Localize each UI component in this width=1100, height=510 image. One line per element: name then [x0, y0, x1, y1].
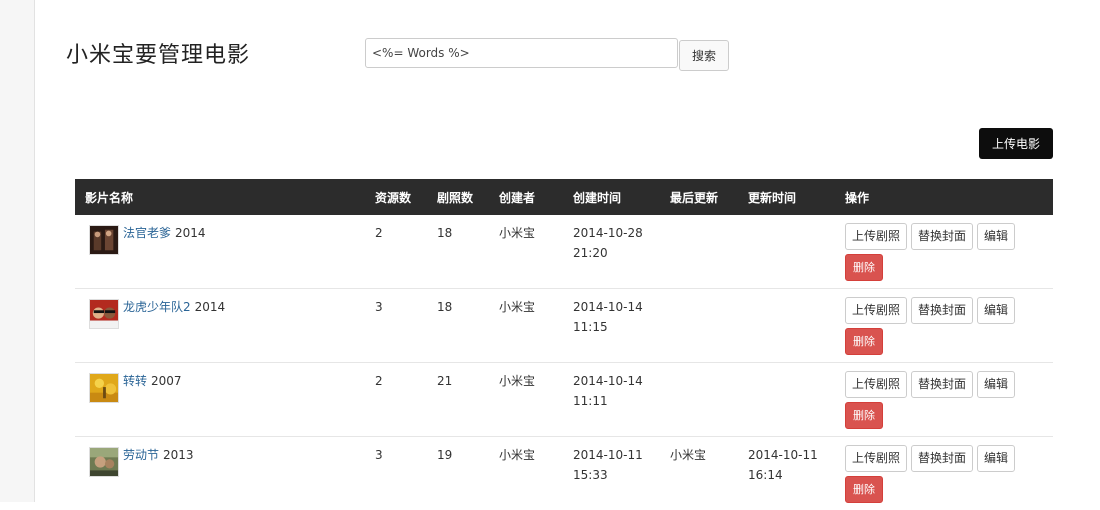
last-updater — [660, 363, 738, 437]
updated-time: 16:14 — [748, 465, 835, 485]
page-title: 小米宝要管理电影 — [66, 37, 250, 69]
upload-stills-button[interactable]: 上传剧照 — [845, 371, 907, 398]
edit-button[interactable]: 编辑 — [977, 371, 1015, 398]
created-time-cell: 2014-10-1411:11 — [563, 363, 660, 437]
movie-title-link[interactable]: 法官老爹 — [123, 226, 171, 240]
replace-cover-button[interactable]: 替换封面 — [911, 445, 973, 472]
movie-year: 2014 — [175, 226, 206, 240]
movie-title-link[interactable]: 龙虎少年队2 — [123, 300, 191, 314]
updated-time-cell — [738, 363, 835, 437]
updated-time-cell — [738, 289, 835, 363]
created-time-cell: 2014-10-1115:33 — [563, 437, 660, 510]
table-row: 劳动节2013 3 19 小米宝 2014-10-1115:33 小米宝 201… — [75, 437, 1053, 510]
creator: 小米宝 — [489, 363, 563, 437]
left-gutter — [0, 0, 35, 502]
created-date: 2014-10-11 — [573, 445, 660, 465]
row-actions: 上传剧照 替换封面 编辑 删除 — [845, 223, 1035, 281]
title-cell: 法官老爹 2014 — [75, 215, 365, 289]
title-wrap: 转转 2007 — [85, 371, 365, 403]
last-updater: 小米宝 — [660, 437, 738, 510]
title-wrap: 龙虎少年队2 2014 — [85, 297, 365, 329]
movie-poster-thumbnail[interactable] — [89, 225, 119, 255]
replace-cover-button[interactable]: 替换封面 — [911, 371, 973, 398]
column-header-actions: 操作 — [835, 179, 1053, 215]
search-button[interactable]: 搜索 — [679, 40, 729, 71]
created-time: 11:15 — [573, 317, 660, 337]
updated-date: 2014-10-11 — [748, 445, 835, 465]
movie-year: 2014 — [195, 300, 226, 314]
resources-count: 2 — [365, 363, 427, 437]
column-header-resources: 资源数 — [365, 179, 427, 215]
table-header-row: 影片名称 资源数 剧照数 创建者 创建时间 最后更新 更新时间 操作 — [75, 179, 1053, 215]
movie-poster-thumbnail[interactable] — [89, 447, 119, 477]
created-date: 2014-10-14 — [573, 297, 660, 317]
replace-cover-button[interactable]: 替换封面 — [911, 223, 973, 250]
title-cell: 转转 2007 — [75, 363, 365, 437]
last-updater — [660, 289, 738, 363]
actions-cell: 上传剧照 替换封面 编辑 删除 — [835, 289, 1053, 363]
creator: 小米宝 — [489, 289, 563, 363]
resources-count: 3 — [365, 289, 427, 363]
column-header-stills: 剧照数 — [427, 179, 489, 215]
creator: 小米宝 — [489, 215, 563, 289]
column-header-title: 影片名称 — [75, 179, 365, 215]
stills-count: 19 — [427, 437, 489, 510]
title-cell: 劳动节 2013 — [75, 437, 365, 510]
resources-count: 3 — [365, 437, 427, 510]
actions-cell: 上传剧照 替换封面 编辑 删除 — [835, 363, 1053, 437]
movie-title-link[interactable]: 转转 — [123, 374, 147, 388]
edit-button[interactable]: 编辑 — [977, 223, 1015, 250]
table-row: 转转 2007 2 21 小米宝 2014-10-1411:11 上传剧照 替换封… — [75, 363, 1053, 437]
column-header-created-time: 创建时间 — [563, 179, 660, 215]
upload-movie-button[interactable]: 上传电影 — [979, 128, 1053, 159]
column-header-updated-time: 更新时间 — [738, 179, 835, 215]
last-updater — [660, 215, 738, 289]
actions-cell: 上传剧照 替换封面 编辑 删除 — [835, 437, 1053, 510]
upload-stills-button[interactable]: 上传剧照 — [845, 223, 907, 250]
created-date: 2014-10-14 — [573, 371, 660, 391]
title-cell: 龙虎少年队2 2014 — [75, 289, 365, 363]
upload-stills-button[interactable]: 上传剧照 — [845, 297, 907, 324]
updated-time-cell: 2014-10-1116:14 — [738, 437, 835, 510]
column-header-creator: 创建者 — [489, 179, 563, 215]
table-row: 龙虎少年队2 2014 3 18 小米宝 2014-10-1411:15 上传剧照… — [75, 289, 1053, 363]
search-input[interactable] — [365, 38, 678, 68]
table-row: 法官老爹 2014 2 18 小米宝 2014-10-2821:20 上传剧照 替… — [75, 215, 1053, 289]
movie-poster-thumbnail[interactable] — [89, 299, 119, 329]
movie-title-link[interactable]: 劳动节 — [123, 448, 159, 462]
row-actions: 上传剧照 替换封面 编辑 删除 — [845, 371, 1035, 429]
title-wrap: 劳动节 2013 — [85, 445, 365, 477]
created-time: 11:11 — [573, 391, 660, 411]
title-wrap: 法官老爹 2014 — [85, 223, 365, 255]
replace-cover-button[interactable]: 替换封面 — [911, 297, 973, 324]
created-time: 21:20 — [573, 243, 660, 263]
actions-cell: 上传剧照 替换封面 编辑 删除 — [835, 215, 1053, 289]
edit-button[interactable]: 编辑 — [977, 445, 1015, 472]
created-time-cell: 2014-10-2821:20 — [563, 215, 660, 289]
delete-button[interactable]: 删除 — [845, 254, 883, 281]
movie-year: 2013 — [163, 448, 194, 462]
creator: 小米宝 — [489, 437, 563, 510]
movies-table: 影片名称 资源数 剧照数 创建者 创建时间 最后更新 更新时间 操作 法官老爹 2… — [75, 179, 1053, 510]
row-actions: 上传剧照 替换封面 编辑 删除 — [845, 445, 1035, 503]
updated-time-cell — [738, 215, 835, 289]
stills-count: 21 — [427, 363, 489, 437]
movie-poster-thumbnail[interactable] — [89, 373, 119, 403]
delete-button[interactable]: 删除 — [845, 476, 883, 503]
delete-button[interactable]: 删除 — [845, 402, 883, 429]
created-time: 15:33 — [573, 465, 660, 485]
resources-count: 2 — [365, 215, 427, 289]
upload-stills-button[interactable]: 上传剧照 — [845, 445, 907, 472]
delete-button[interactable]: 删除 — [845, 328, 883, 355]
created-date: 2014-10-28 — [573, 223, 660, 243]
stills-count: 18 — [427, 289, 489, 363]
row-actions: 上传剧照 替换封面 编辑 删除 — [845, 297, 1035, 355]
created-time-cell: 2014-10-1411:15 — [563, 289, 660, 363]
edit-button[interactable]: 编辑 — [977, 297, 1015, 324]
stills-count: 18 — [427, 215, 489, 289]
column-header-last-updater: 最后更新 — [660, 179, 738, 215]
movie-year: 2007 — [151, 374, 182, 388]
